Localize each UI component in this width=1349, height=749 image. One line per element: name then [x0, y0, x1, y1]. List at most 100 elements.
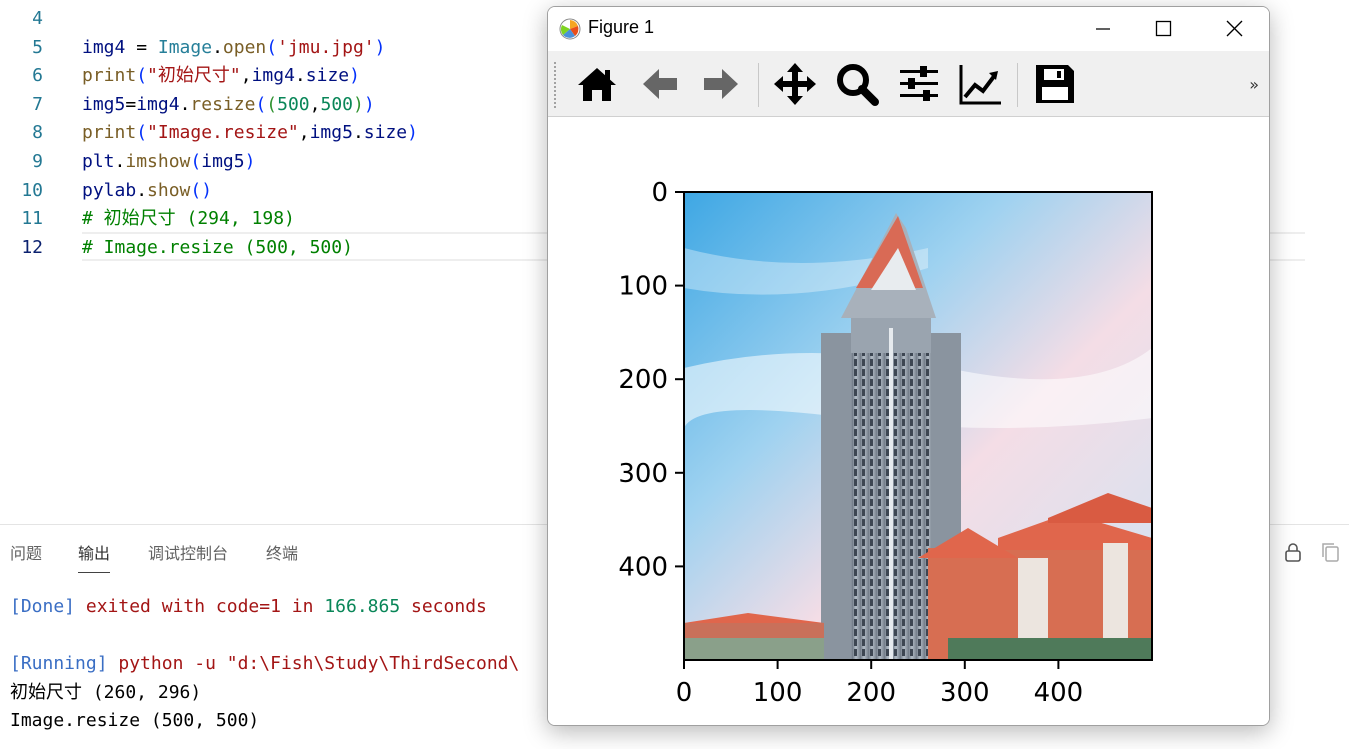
code-token: . [352, 122, 364, 144]
code-token: pylab [82, 179, 137, 201]
code-token: ) [407, 122, 418, 144]
code-text: # Image.resize (500, 500) [82, 234, 353, 262]
code-token: ( [266, 93, 278, 115]
code-token: 500 [320, 93, 353, 115]
x-tick-label: 200 [846, 678, 896, 708]
image-plot: 0 100 200 300 400 0 100 200 300 400 [618, 178, 1153, 708]
x-tick-label: 0 [676, 678, 693, 708]
figure-canvas[interactable]: 0 100 200 300 400 0 100 200 300 400 [548, 118, 1269, 725]
save-icon[interactable] [1032, 61, 1078, 107]
tab-terminal[interactable]: 终端 [266, 543, 298, 573]
home-icon[interactable] [574, 61, 620, 107]
code-token: , [240, 65, 252, 87]
code-token: ) [353, 93, 364, 115]
zoom-icon[interactable] [834, 61, 880, 107]
output-line: [Running] python -u "d:\Fish\Study\Third… [10, 650, 519, 678]
line-number: 12 [21, 236, 43, 258]
code-token: "Image.resize" [147, 122, 299, 144]
matplotlib-logo-icon [559, 18, 581, 40]
output-token: python -u "d:\Fish\Study\ThirdSecond\ [107, 653, 520, 675]
line-number: 7 [32, 93, 43, 115]
code-text: print("初始尺寸",img4.size) [82, 62, 360, 90]
code-token: open [222, 36, 267, 58]
code-text: plt.imshow(img5) [82, 148, 255, 176]
x-tick-label: 400 [1034, 678, 1084, 708]
line-number: 8 [32, 122, 43, 144]
y-tick-label: 400 [618, 552, 668, 582]
minimize-button[interactable] [1073, 7, 1133, 51]
code-token: show [147, 179, 191, 201]
output-line: 初始尺寸 (260, 296) [10, 679, 201, 707]
line-number: 5 [32, 36, 43, 58]
line-number: 4 [32, 8, 43, 29]
code-token: plt [82, 151, 115, 172]
toolbar-grip[interactable] [553, 61, 557, 109]
code-token: , [309, 93, 321, 115]
code-token: ) [374, 36, 386, 58]
code-token: img4 [82, 36, 126, 58]
code-token: . [136, 179, 148, 201]
edit-axes-icon[interactable] [957, 61, 1003, 107]
output-token: 166.865 [324, 596, 401, 617]
x-tick-label: 100 [753, 678, 803, 708]
back-arrow-icon[interactable] [637, 61, 683, 107]
configure-subplots-icon[interactable] [896, 61, 942, 107]
code-text: img5=img4.resize((500,500)) [82, 91, 375, 119]
code-token: 'jmu.jpg' [277, 36, 375, 58]
code-token: () [190, 179, 213, 201]
output-line: [Done] exited with code=1 in 166.865 sec… [10, 593, 487, 621]
output-token: code=1 [215, 596, 281, 617]
y-tick-label: 0 [651, 178, 668, 208]
output-token: Image.resize (500, 500) [10, 710, 260, 732]
toolbar-overflow-button[interactable]: » [1249, 75, 1259, 94]
figure-titlebar[interactable]: Figure 1 [548, 7, 1269, 51]
output-token: seconds [400, 596, 487, 617]
code-token: img4 [251, 65, 295, 87]
campus-building-image [684, 192, 1152, 660]
code-token: ) [244, 151, 256, 172]
line-number: 11 [21, 208, 43, 230]
code-text: pylab.show() [82, 177, 212, 205]
copy-icon[interactable] [1320, 541, 1342, 563]
toolbar-separator [1017, 63, 1018, 107]
code-token: ( [136, 122, 148, 144]
pan-icon[interactable] [772, 61, 818, 107]
code-token: print [82, 122, 137, 144]
code-text: print("Image.resize",img5.size) [82, 119, 418, 147]
code-token: img4 [136, 93, 180, 115]
code-token: 500 [277, 93, 310, 115]
code-token: ( [255, 93, 267, 115]
code-text: img4 = Image.open('jmu.jpg') [82, 34, 386, 62]
code-token: # Image.resize (500, 500) [82, 236, 353, 258]
y-axis: 0 100 200 300 400 [618, 178, 684, 582]
output-token: [Done] [10, 596, 76, 617]
close-button[interactable] [1205, 7, 1265, 51]
output-token: [Running] [10, 653, 108, 675]
code-token: "初始尺寸" [147, 65, 241, 87]
code-token: Image [157, 36, 213, 58]
code-token: ) [349, 65, 360, 87]
figure-title: Figure 1 [588, 17, 655, 37]
y-tick-label: 100 [618, 272, 668, 302]
tab-debug-console[interactable]: 调试控制台 [148, 543, 228, 573]
output-token: 初始尺寸 (260, 296) [10, 681, 202, 703]
code-token: size [305, 65, 350, 87]
code-token: , [298, 122, 310, 144]
toolbar-separator [758, 63, 759, 107]
lock-icon[interactable] [1282, 541, 1304, 563]
code-token: img5 [201, 151, 245, 172]
figure-window[interactable]: Figure 1 » 0 100 200 300 400 0 100 200 3… [547, 6, 1270, 726]
maximize-button[interactable] [1133, 7, 1193, 51]
code-token: . [212, 36, 223, 58]
x-axis: 0 100 200 300 400 [676, 660, 1083, 708]
code-token: img5 [82, 93, 126, 115]
code-token: . [294, 65, 306, 87]
forward-arrow-icon[interactable] [698, 61, 744, 107]
output-token: in [280, 596, 325, 617]
tab-output[interactable]: 输出 [78, 543, 111, 573]
code-token: ( [190, 151, 202, 172]
code-token: size [363, 122, 408, 144]
tab-problems[interactable]: 问题 [10, 543, 42, 573]
code-token: ( [266, 36, 278, 58]
figure-toolbar: » [548, 51, 1269, 117]
